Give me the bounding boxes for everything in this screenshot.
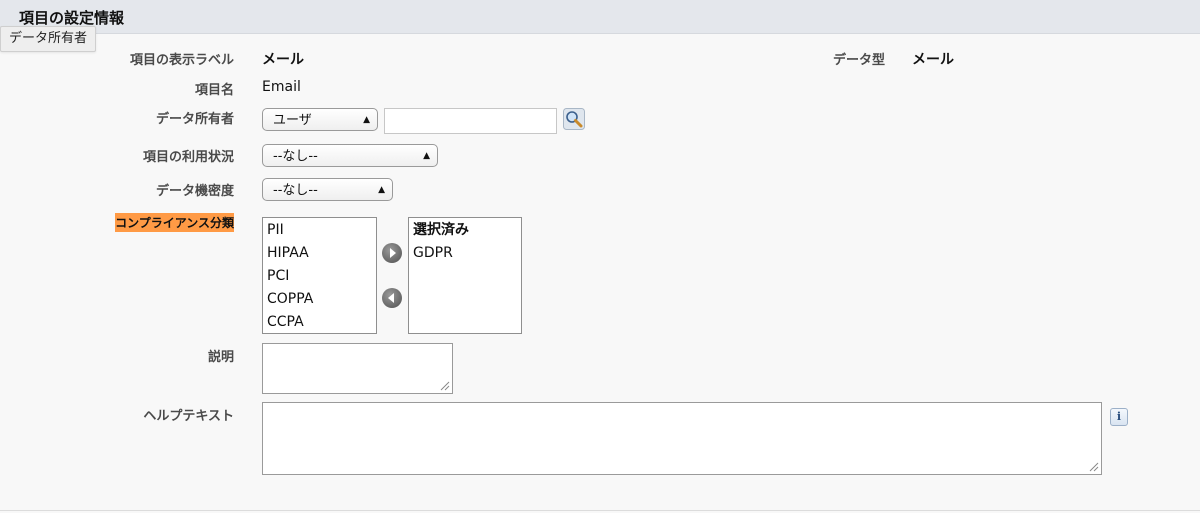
select-arrows-icon: ▲ bbox=[363, 115, 370, 125]
list-item[interactable]: PII bbox=[263, 219, 376, 242]
help-text-label: ヘルプテキスト bbox=[143, 409, 234, 424]
sensitivity-select-value: --なし-- bbox=[273, 183, 318, 198]
usage-select-value: --なし-- bbox=[273, 149, 318, 164]
description-textarea[interactable] bbox=[262, 343, 453, 394]
section-header: 項目の設定情報 bbox=[0, 0, 1200, 34]
data-type-value: メール bbox=[912, 52, 954, 68]
compliance-label: コンプライアンス分類 bbox=[115, 213, 234, 232]
field-label-value: メール bbox=[262, 52, 304, 68]
select-arrows-icon: ▲ bbox=[423, 151, 430, 161]
owner-label: データ所有者 bbox=[155, 112, 234, 127]
description-label: 説明 bbox=[207, 350, 234, 365]
section-title: 項目の設定情報 bbox=[19, 9, 125, 27]
list-item[interactable]: CCPA bbox=[263, 311, 376, 334]
resize-handle-icon[interactable] bbox=[1089, 462, 1099, 472]
list-item[interactable]: PCI bbox=[263, 265, 376, 288]
usage-label: 項目の利用状況 bbox=[142, 150, 234, 165]
field-name-value: Email bbox=[262, 79, 301, 95]
remove-arrow-icon[interactable] bbox=[382, 288, 402, 308]
owner-type-value: ユーザ bbox=[273, 113, 312, 128]
owner-lookup-input[interactable] bbox=[384, 108, 557, 134]
resize-handle-icon[interactable] bbox=[440, 381, 450, 391]
sensitivity-label: データ機密度 bbox=[155, 184, 234, 199]
selected-list-header: 選択済み bbox=[413, 222, 469, 238]
lookup-icon[interactable] bbox=[563, 108, 585, 130]
field-label-label: 項目の表示ラベル bbox=[129, 53, 234, 68]
field-name-label: 項目名 bbox=[194, 83, 234, 98]
divider bbox=[0, 510, 1200, 511]
select-arrows-icon: ▲ bbox=[378, 185, 385, 195]
help-text-textarea[interactable] bbox=[262, 402, 1102, 475]
info-icon[interactable]: i bbox=[1110, 408, 1128, 426]
list-item[interactable]: GDPR bbox=[409, 242, 521, 265]
compliance-selected-list[interactable]: 選択済み GDPR bbox=[408, 217, 522, 334]
sensitivity-select[interactable]: --なし-- ▲ bbox=[262, 178, 393, 201]
compliance-available-list[interactable]: PII HIPAA PCI COPPA CCPA bbox=[262, 217, 377, 334]
list-item[interactable]: HIPAA bbox=[263, 242, 376, 265]
data-type-label: データ型 bbox=[832, 53, 885, 68]
list-item[interactable]: COPPA bbox=[263, 288, 376, 311]
add-arrow-icon[interactable] bbox=[382, 243, 402, 263]
usage-select[interactable]: --なし-- ▲ bbox=[262, 144, 438, 167]
owner-type-select[interactable]: ユーザ ▲ bbox=[262, 108, 378, 131]
